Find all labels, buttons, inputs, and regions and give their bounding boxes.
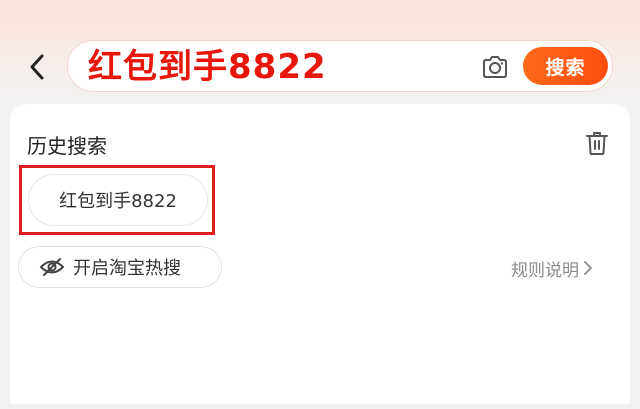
rules-label: 规则说明 bbox=[511, 260, 579, 281]
history-title: 历史搜索 bbox=[27, 134, 107, 158]
enable-hot-search-button[interactable]: 开启淘宝热搜 bbox=[18, 246, 222, 288]
search-history-panel: 历史搜索 红包到手8822 开启淘宝热搜 规则说明 bbox=[10, 104, 630, 404]
search-box[interactable]: 红包到手8822 搜索 bbox=[67, 40, 613, 92]
search-input[interactable]: 红包到手8822 bbox=[88, 47, 327, 87]
clear-history-button[interactable] bbox=[585, 130, 609, 156]
trash-icon bbox=[586, 132, 608, 155]
chevron-left-icon bbox=[30, 54, 44, 80]
rules-link[interactable]: 规则说明 bbox=[511, 255, 593, 281]
hot-search-label: 开启淘宝热搜 bbox=[73, 258, 181, 279]
back-button[interactable] bbox=[22, 50, 52, 84]
search-header: 红包到手8822 搜索 bbox=[0, 0, 640, 104]
camera-icon bbox=[483, 56, 507, 78]
search-button[interactable]: 搜索 bbox=[523, 47, 608, 85]
eye-off-icon bbox=[40, 258, 64, 276]
history-item[interactable]: 红包到手8822 bbox=[28, 174, 208, 226]
chevron-right-icon bbox=[584, 261, 592, 275]
camera-search-button[interactable] bbox=[481, 54, 509, 80]
